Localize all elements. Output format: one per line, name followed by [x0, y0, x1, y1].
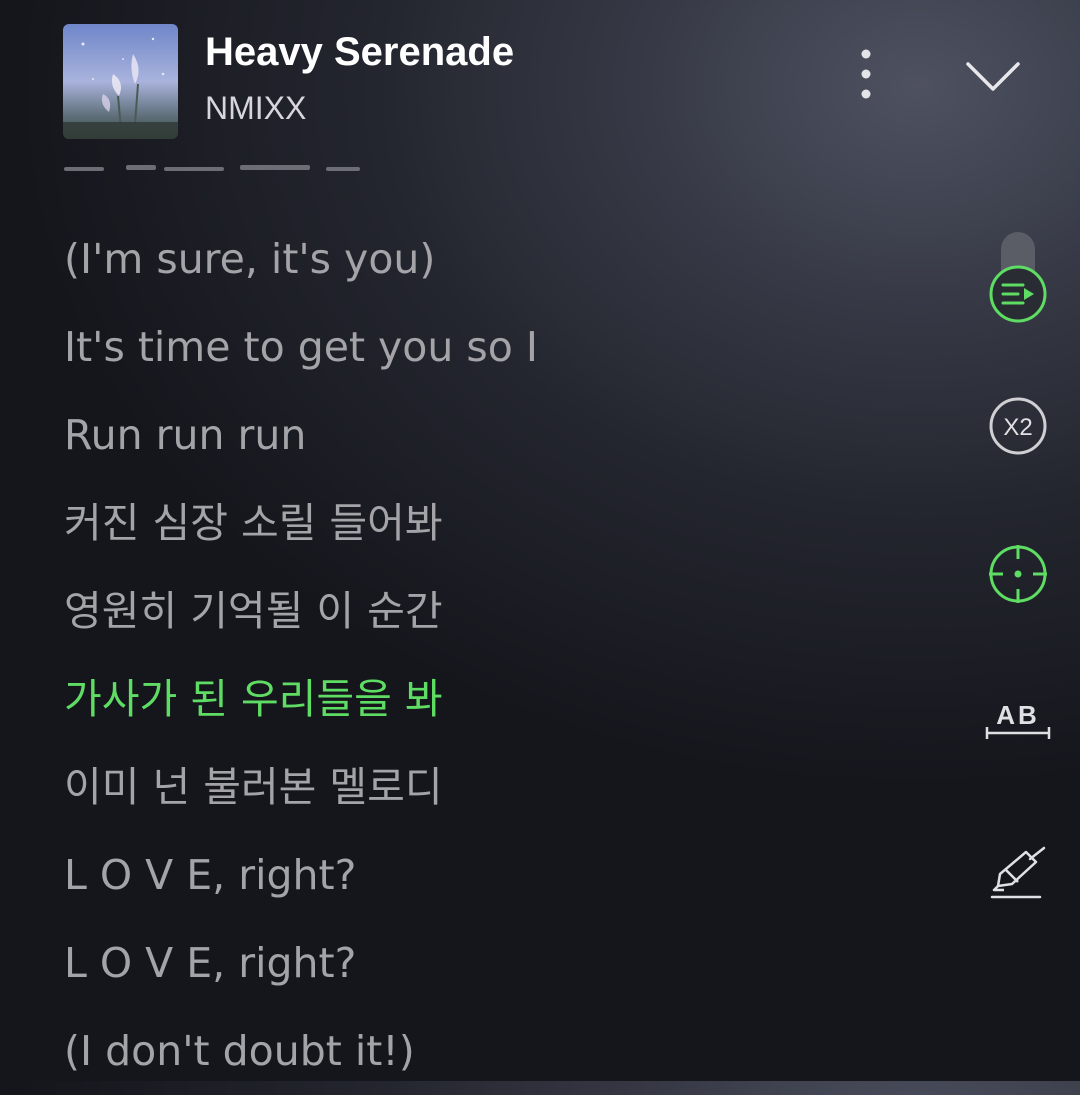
previous-lyric-fragment: [64, 155, 484, 177]
lyric-line[interactable]: (I'm sure, it's you): [64, 215, 944, 303]
lyric-line[interactable]: (I don't doubt it!): [64, 1007, 944, 1095]
playlist-play-icon: [989, 265, 1047, 323]
lyric-line[interactable]: L O V E, right?: [64, 831, 944, 919]
collapse-button[interactable]: [958, 50, 1028, 100]
lyrics-list[interactable]: (I'm sure, it's you) It's time to get yo…: [64, 215, 944, 1095]
album-art-image: [63, 24, 178, 139]
player-header: Heavy Serenade NMIXX: [0, 0, 1080, 160]
playlist-play-button[interactable]: [986, 262, 1050, 326]
crosshair-icon: [989, 545, 1047, 603]
lyric-line[interactable]: Run run run: [64, 391, 944, 479]
lyric-line[interactable]: L O V E, right?: [64, 919, 944, 1007]
highlighter-icon: [990, 846, 1046, 899]
locate-current-lyric-button[interactable]: [986, 542, 1050, 606]
chevron-down-icon: [966, 62, 1020, 91]
highlight-button[interactable]: [986, 842, 1054, 904]
lyric-line[interactable]: 커진 심장 소릴 들어봐: [64, 479, 944, 567]
artist-name[interactable]: NMIXX: [205, 90, 306, 127]
more-vertical-icon: [861, 49, 871, 99]
lyric-line[interactable]: It's time to get you so I: [64, 303, 944, 391]
speed-label: X2: [1003, 414, 1032, 441]
speed-button[interactable]: X2: [986, 394, 1050, 458]
lyric-line[interactable]: 이미 넌 불러본 멜로디: [64, 743, 944, 831]
lyric-line[interactable]: 영원히 기억될 이 순간: [64, 567, 944, 655]
more-options-button[interactable]: [846, 44, 886, 104]
album-art[interactable]: [63, 24, 178, 139]
ab-repeat-button[interactable]: AB: [984, 694, 1052, 744]
ab-repeat-label: AB: [996, 700, 1040, 730]
song-title: Heavy Serenade: [205, 30, 515, 74]
lyric-line-current[interactable]: 가사가 된 우리들을 봐: [64, 655, 944, 743]
